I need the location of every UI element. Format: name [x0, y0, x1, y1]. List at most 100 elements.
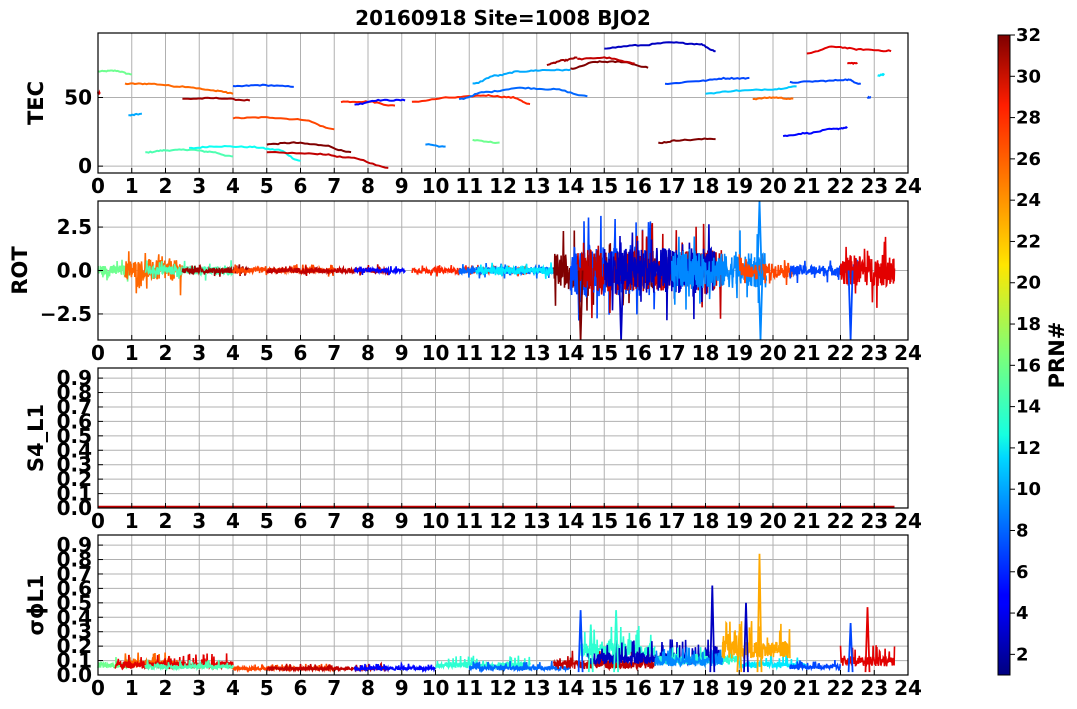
x-tick-label: 10 — [422, 341, 450, 365]
x-tick-label: 18 — [692, 509, 720, 533]
colorbar-tick-label: 6 — [1016, 562, 1029, 583]
x-tick-label: 17 — [658, 676, 686, 700]
x-tick-label: 15 — [590, 174, 618, 198]
x-tick-label: 5 — [260, 174, 274, 198]
x-tick-label: 11 — [455, 341, 483, 365]
colorbar-tick-label: 8 — [1016, 520, 1029, 541]
x-tick-label: 8 — [361, 341, 375, 365]
x-tick-label: 23 — [860, 341, 888, 365]
colorbar-tick-label: 14 — [1016, 397, 1041, 418]
y-ticks: −2.5 0.0 2.5 — [40, 215, 103, 326]
colorbar-tick-label: 24 — [1016, 190, 1041, 211]
colorbar-tick-label: 4 — [1016, 603, 1029, 624]
x-tick-label: 14 — [557, 509, 585, 533]
x-tick-label: 10 — [422, 174, 450, 198]
y-ticks: 0.00.10.20.30.40.50.60.70.80.9 — [57, 366, 103, 520]
x-tick-label: 14 — [557, 174, 585, 198]
x-tick-label: 7 — [327, 341, 341, 365]
x-tick-label: 1 — [125, 341, 139, 365]
x-tick-label: 3 — [192, 676, 206, 700]
x-tick-label: 4 — [226, 174, 240, 198]
x-tick-label: 16 — [624, 676, 652, 700]
y-tick-label: 0.0 — [57, 259, 92, 283]
x-tick-label: 7 — [327, 174, 341, 198]
x-tick-label: 17 — [658, 174, 686, 198]
x-tick-label: 16 — [624, 341, 652, 365]
panel-1: 0 1 2 3 4 5 6 7 8 9 10 11 12 13 14 15 16 17 18 19 20 21 22 23 24… — [24, 32, 922, 198]
x-tick-label: 22 — [827, 509, 855, 533]
x-tick-label: 2 — [159, 509, 173, 533]
figure: 20160918 Site=1008 BJO2 0 1 2 3 4 5 6 7 8 9 10 11 12… — [8, 6, 1069, 700]
tec-series-prn-29 — [847, 61, 858, 65]
x-tick-label: 6 — [294, 676, 308, 700]
x-tick-label: 21 — [793, 676, 821, 700]
x-tick-label: 19 — [725, 676, 753, 700]
x-tick-label: 7 — [327, 676, 341, 700]
colorbar-tick-label: 26 — [1016, 149, 1041, 170]
x-tick-label: 9 — [395, 341, 409, 365]
x-tick-label: 2 — [159, 676, 173, 700]
x-tick-label: 20 — [759, 509, 787, 533]
colorbar-tick-label: 30 — [1016, 66, 1041, 87]
x-tick-label: 21 — [793, 174, 821, 198]
colorbar-tick-label: 28 — [1016, 108, 1041, 129]
x-tick-label: 6 — [294, 341, 308, 365]
x-tick-label: 18 — [692, 676, 720, 700]
colorbar-tick-label: 18 — [1016, 314, 1041, 335]
y-tick-label: 2.5 — [57, 215, 92, 239]
x-tick-label: 1 — [125, 509, 139, 533]
x-tick-label: 14 — [557, 676, 585, 700]
x-tick-label: 5 — [260, 341, 274, 365]
panel-4: 0 1 2 3 4 5 6 7 8 9 10 11 12 13 14 15 16 17 18 19 20 21 22 23 24… — [24, 533, 922, 700]
x-tick-label: 11 — [455, 509, 483, 533]
x-tick-label: 3 — [192, 341, 206, 365]
x-tick-label: 8 — [361, 509, 375, 533]
x-tick-label: 19 — [725, 341, 753, 365]
x-tick-label: 6 — [294, 509, 308, 533]
y-tick-label: 0 — [78, 154, 92, 178]
x-tick-label: 23 — [860, 676, 888, 700]
colorbar-tick-label: 32 — [1016, 25, 1041, 46]
x-tick-label: 6 — [294, 174, 308, 198]
tec-series-prn-7 — [866, 95, 872, 100]
x-tick-label: 24 — [894, 676, 922, 700]
x-tick-label: 21 — [793, 509, 821, 533]
x-tick-label: 0 — [91, 509, 105, 533]
x-tick-label: 20 — [759, 174, 787, 198]
panel-2: 0 1 2 3 4 5 6 7 8 9 10 11 12 13 14 15 16 17 18 19 20 21 22 23 24… — [8, 200, 922, 365]
x-tick-label: 3 — [192, 509, 206, 533]
x-tick-label: 24 — [894, 174, 922, 198]
x-tick-label: 13 — [523, 341, 551, 365]
y-axis-label: TEC — [24, 81, 48, 125]
x-tick-label: 24 — [894, 341, 922, 365]
x-tick-label: 16 — [624, 509, 652, 533]
x-tick-label: 0 — [91, 174, 105, 198]
y-ticks: 0 50 — [64, 86, 103, 178]
x-tick-label: 7 — [327, 509, 341, 533]
x-tick-label: 19 — [725, 509, 753, 533]
x-tick-label: 24 — [894, 509, 922, 533]
x-tick-label: 2 — [159, 341, 173, 365]
panels: 0 1 2 3 4 5 6 7 8 9 10 11 12 13 14 15 16 17 18 19 20 21 22 23 24… — [8, 32, 922, 700]
x-tick-label: 8 — [361, 174, 375, 198]
x-tick-label: 10 — [422, 676, 450, 700]
x-tick-label: 4 — [226, 341, 240, 365]
x-tick-label: 20 — [759, 676, 787, 700]
x-tick-label: 10 — [422, 509, 450, 533]
x-tick-label: 0 — [91, 676, 105, 700]
x-tick-label: 12 — [489, 341, 517, 365]
colorbar-tick-label: 22 — [1016, 231, 1041, 252]
y-axis-label: σϕL1 — [24, 574, 48, 635]
x-tick-label: 9 — [395, 509, 409, 533]
y-tick-label: −2.5 — [40, 302, 92, 326]
x-tick-label: 12 — [489, 676, 517, 700]
x-tick-label: 9 — [395, 174, 409, 198]
x-tick-label: 22 — [827, 341, 855, 365]
colorbar-gradient — [997, 34, 1011, 676]
x-tick-label: 18 — [692, 174, 720, 198]
x-tick-label: 13 — [523, 509, 551, 533]
y-axis-label: S4_L1 — [24, 404, 48, 472]
x-tick-label: 3 — [192, 174, 206, 198]
x-tick-label: 5 — [260, 676, 274, 700]
x-tick-label: 4 — [226, 509, 240, 533]
